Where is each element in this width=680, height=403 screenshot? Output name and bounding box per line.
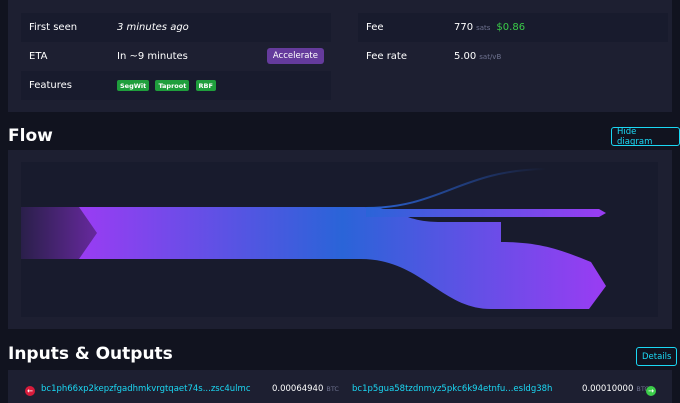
fee-row: Fee 770 sats $0.86: [358, 13, 668, 42]
fee-value: 770 sats $0.86: [454, 22, 525, 33]
output-address[interactable]: bc1p5gua58tzdnmyz5pkc6k94etnfu...esldg38…: [352, 384, 552, 394]
flow-diagram-panel: [8, 150, 672, 329]
input-address[interactable]: bc1ph66xp2kepzfgadhmkvrgtqaet74s...zsc4u…: [41, 384, 251, 394]
fee-rate-unit: sat/vB: [479, 53, 502, 61]
segwit-badge[interactable]: SegWit: [117, 80, 150, 92]
fee-fiat: $0.86: [496, 22, 526, 33]
input-arrow-icon[interactable]: ←: [25, 386, 35, 396]
flow-fee-line: [365, 168, 547, 209]
flow-title: Flow: [8, 126, 53, 146]
fee-rate-label: Fee rate: [366, 51, 408, 62]
features-badges: SegWit Taproot RBF: [117, 80, 219, 92]
eta-label: ETA: [29, 51, 48, 62]
fee-unit: sats: [476, 24, 491, 32]
flow-main-stream[interactable]: [79, 207, 606, 309]
output-amount-value: 0.00010000: [582, 384, 634, 394]
details-button[interactable]: Details: [636, 347, 678, 366]
input-amount: 0.00064940 BTC: [272, 384, 339, 394]
first-seen-label: First seen: [29, 22, 78, 33]
eta-value: In ~9 minutes: [117, 51, 188, 62]
flow-diagram: [21, 162, 658, 317]
input-amount-unit: BTC: [326, 385, 339, 393]
input-amount-value: 0.00064940: [272, 384, 324, 394]
io-title: Inputs & Outputs: [8, 344, 173, 364]
features-row: Features SegWit Taproot RBF: [21, 71, 331, 100]
hide-diagram-button[interactable]: Hide diagram: [611, 127, 680, 147]
fee-amount: 770: [454, 22, 474, 33]
details-right-column: Fee 770 sats $0.86 Fee rate 5.00 sat/vB: [358, 13, 668, 71]
first-seen-row: First seen 3 minutes ago: [21, 13, 331, 42]
flow-diagram-svg: [21, 168, 606, 309]
fee-rate-row: Fee rate 5.00 sat/vB: [358, 42, 668, 71]
flow-output-small[interactable]: [366, 209, 606, 217]
io-row: ← bc1ph66xp2kepzfgadhmkvrgtqaet74s...zsc…: [8, 384, 672, 400]
output-arrow-icon[interactable]: →: [646, 386, 656, 396]
fee-label: Fee: [366, 22, 384, 33]
first-seen-value: 3 minutes ago: [117, 22, 189, 33]
fee-rate-value: 5.00 sat/vB: [454, 51, 501, 62]
taproot-badge[interactable]: Taproot: [155, 80, 190, 92]
inputs-outputs-panel: ← bc1ph66xp2kepzfgadhmkvrgtqaet74s...zsc…: [8, 370, 672, 403]
rbf-badge[interactable]: RBF: [195, 80, 216, 92]
eta-row: ETA In ~9 minutes Accelerate: [21, 42, 331, 71]
features-label: Features: [29, 80, 72, 91]
fee-rate-amount: 5.00: [454, 51, 477, 62]
output-amount: 0.00010000 BTC: [582, 384, 649, 394]
accelerate-button[interactable]: Accelerate: [266, 48, 324, 64]
details-left-column: First seen 3 minutes ago ETA In ~9 minut…: [21, 13, 331, 100]
transaction-details: First seen 3 minutes ago ETA In ~9 minut…: [8, 0, 672, 112]
